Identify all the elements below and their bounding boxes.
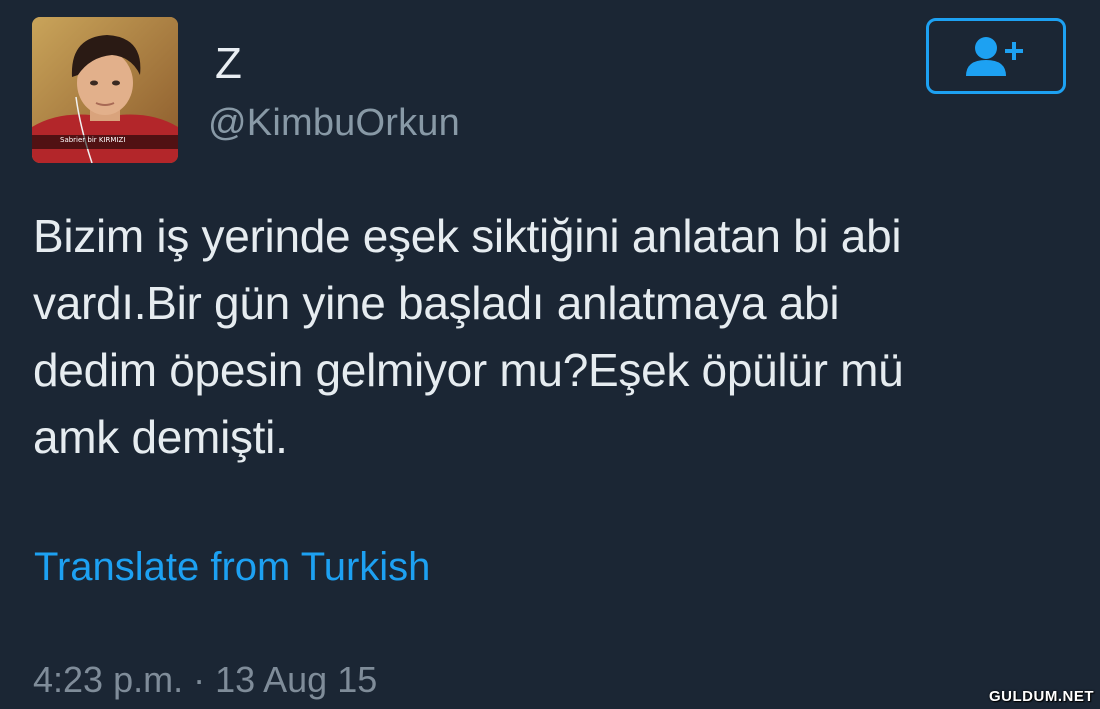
tweet-card: Sabrier bir KIRMIZI Z @KimbuOrkun Bizim … (0, 0, 1100, 709)
watermark: GULDUM.NET (989, 688, 1094, 705)
tweet-text-line: amk demişti. (33, 411, 288, 463)
tweet-text-line: vardı.Bir gün yine başladı anlatmaya abi (33, 277, 840, 329)
avatar[interactable]: Sabrier bir KIRMIZI (32, 17, 178, 163)
tweet-text-line: dedim öpesin gelmiyor mu?Eşek öpülür mü (33, 344, 904, 396)
tweet-text-line: Bizim iş yerinde eşek siktiğini anlatan … (33, 210, 902, 262)
avatar-caption: Sabrier bir KIRMIZI (60, 136, 126, 144)
display-name[interactable]: Z (215, 38, 242, 90)
follow-button[interactable] (926, 18, 1066, 94)
user-handle[interactable]: @KimbuOrkun (208, 100, 460, 146)
tweet-timestamp[interactable]: 4:23 p.m. · 13 Aug 15 (33, 658, 377, 702)
tweet-text: Bizim iş yerinde eşek siktiğini anlatan … (33, 203, 1073, 471)
translate-link[interactable]: Translate from Turkish (34, 543, 430, 591)
add-user-icon (966, 37, 1023, 76)
